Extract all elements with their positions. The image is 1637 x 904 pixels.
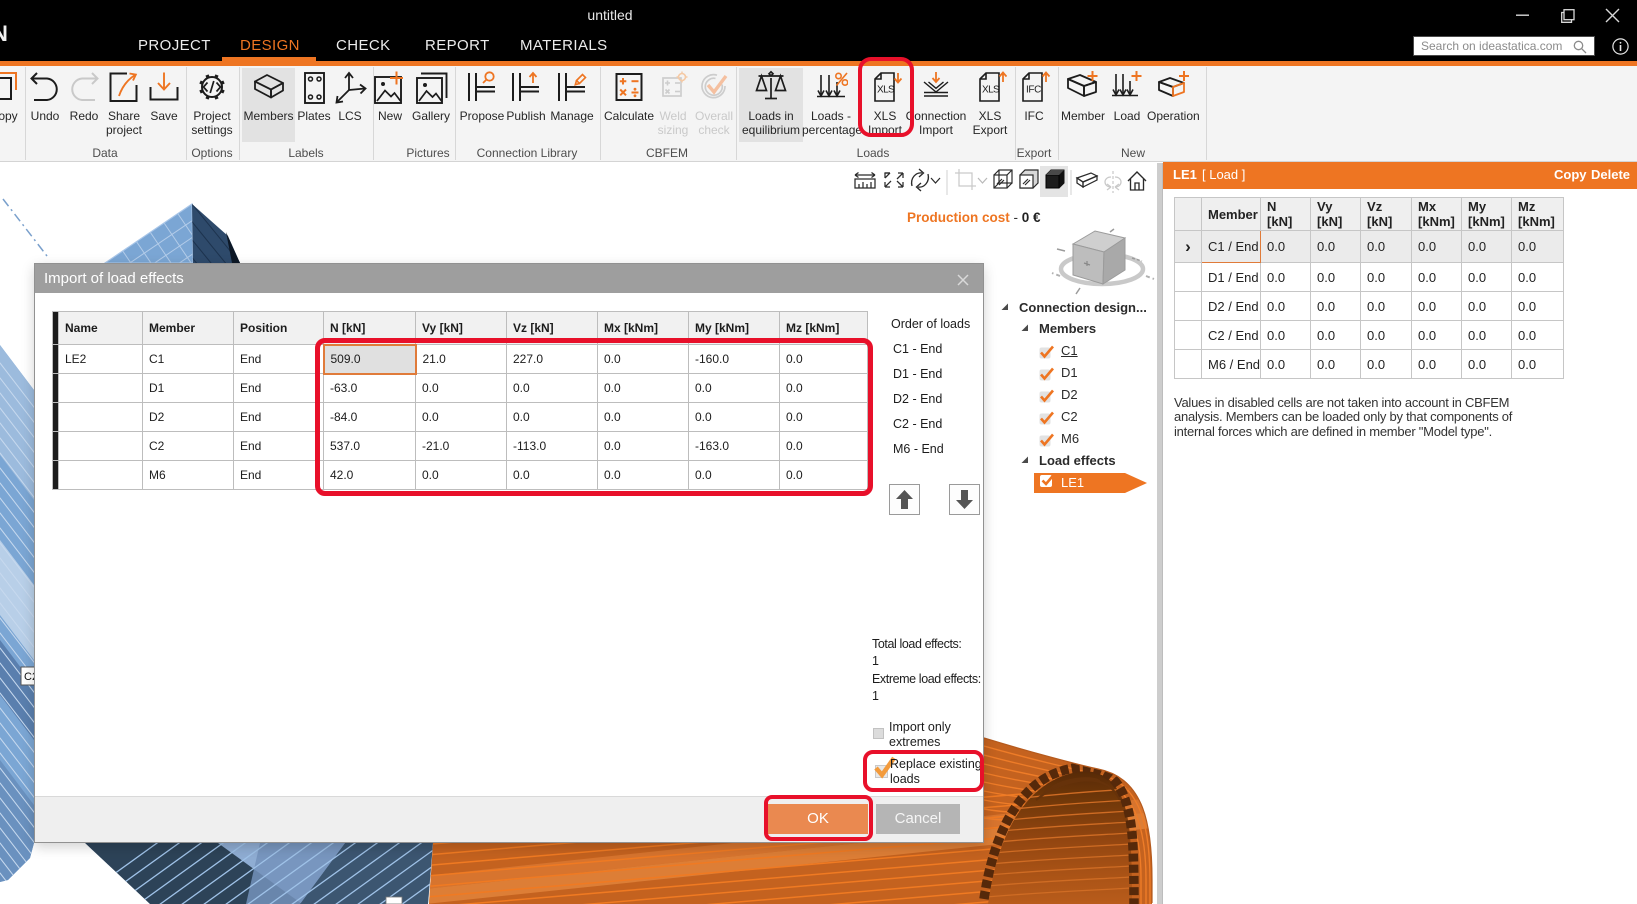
svg-text:XLS: XLS — [982, 85, 1000, 96]
svg-text:IFC: IFC — [1026, 85, 1041, 96]
